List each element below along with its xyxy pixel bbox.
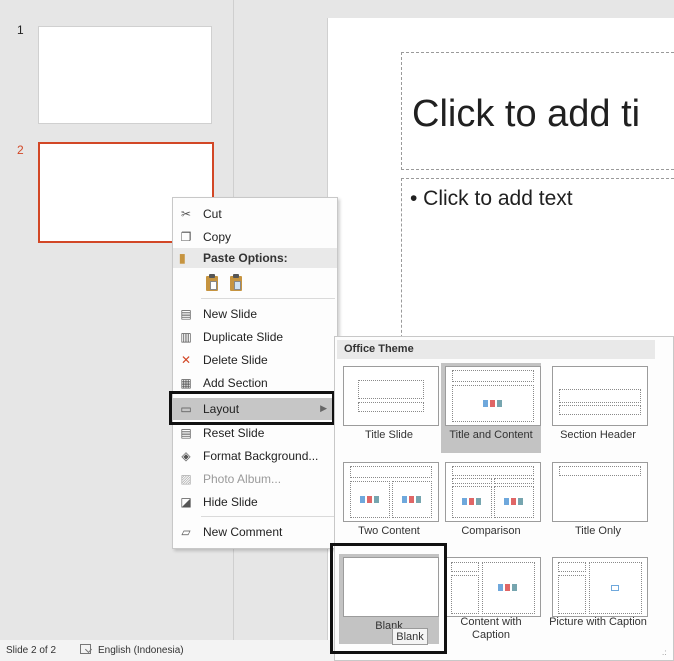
layout-content-with-caption-label: Content with Caption xyxy=(460,616,522,641)
copy-icon: ❐ xyxy=(180,230,192,244)
menu-item-delete-slide[interactable]: ✕ Delete Slide xyxy=(173,349,337,371)
spell-check-icon[interactable] xyxy=(80,644,91,654)
layout-title-slide-label: Title Slide xyxy=(365,429,413,441)
menu-item-new-comment-label: New Comment xyxy=(203,525,283,539)
layout-title-and-content[interactable]: Title and Content xyxy=(441,363,541,453)
layout-picture-with-caption-label: Picture with Caption xyxy=(549,616,647,628)
menu-item-new-comment[interactable]: ▱ New Comment xyxy=(173,521,337,543)
menu-item-cut[interactable]: ✂ Cut xyxy=(173,203,337,225)
content-placeholder[interactable]: • Click to add text xyxy=(401,178,674,348)
layout-picture-with-caption[interactable]: Picture with Caption xyxy=(548,554,648,644)
comment-icon: ▱ xyxy=(181,525,191,539)
menu-item-format-background-label: Format Background... xyxy=(203,449,319,463)
reset-slide-icon: ▤ xyxy=(180,426,192,440)
office-theme-header: Office Theme xyxy=(337,340,655,359)
menu-separator xyxy=(201,516,335,517)
layout-comparison-label: Comparison xyxy=(461,525,521,537)
menu-item-new-slide[interactable]: ▤ New Slide xyxy=(173,303,337,325)
menu-item-cut-label: Cut xyxy=(203,207,222,221)
paste-options-header: ▮ Paste Options: xyxy=(173,248,337,268)
menu-item-duplicate-slide[interactable]: ▥ Duplicate Slide xyxy=(173,326,337,348)
menu-item-add-section-label: Add Section xyxy=(203,376,268,390)
menu-item-format-background[interactable]: ◈ Format Background... xyxy=(173,445,337,467)
menu-item-reset-slide-label: Reset Slide xyxy=(203,426,265,440)
hide-slide-icon: ◪ xyxy=(180,495,192,509)
slide-number-1: 1 xyxy=(17,23,24,37)
menu-item-copy[interactable]: ❐ Copy xyxy=(173,226,337,248)
content-placeholder-text: • Click to add text xyxy=(410,187,573,210)
menu-item-reset-slide[interactable]: ▤ Reset Slide xyxy=(173,422,337,444)
layout-title-only-label: Title Only xyxy=(574,525,622,537)
duplicate-slide-icon: ▥ xyxy=(180,330,192,344)
context-menu: ✂ Cut ❐ Copy ▮ Paste Options: ▤ New Slid… xyxy=(172,197,338,549)
layout-title-slide[interactable]: Title Slide xyxy=(339,363,439,453)
layout-title-and-content-label: Title and Content xyxy=(449,429,533,441)
menu-item-hide-slide[interactable]: ◪ Hide Slide xyxy=(173,491,337,513)
layout-title-only[interactable]: Title Only xyxy=(548,459,648,549)
layout-section-header[interactable]: Section Header xyxy=(548,363,648,453)
menu-item-photo-album-label: Photo Album... xyxy=(203,472,282,486)
format-background-icon: ◈ xyxy=(181,449,191,463)
menu-item-copy-label: Copy xyxy=(203,230,232,244)
menu-separator xyxy=(201,298,335,299)
add-section-icon: ▦ xyxy=(180,376,192,390)
office-theme-label: Office Theme xyxy=(344,343,414,355)
paste-icon: ▮ xyxy=(179,251,186,265)
layout-content-with-caption[interactable]: Content with Caption xyxy=(441,554,541,644)
menu-item-photo-album[interactable]: ▨ Photo Album... xyxy=(173,468,337,490)
language-indicator[interactable]: English (Indonesia) xyxy=(98,645,184,656)
tooltip: Blank xyxy=(392,628,428,645)
menu-item-duplicate-slide-label: Duplicate Slide xyxy=(203,330,284,344)
scissors-icon: ✂ xyxy=(180,207,192,221)
delete-slide-icon: ✕ xyxy=(180,353,192,367)
layout-comparison[interactable]: Comparison xyxy=(441,459,541,549)
new-slide-icon: ▤ xyxy=(180,307,192,321)
blank-highlight-box xyxy=(330,543,447,654)
slide-number-2: 2 xyxy=(17,143,24,157)
menu-item-hide-slide-label: Hide Slide xyxy=(203,495,258,509)
slide-thumbnail-1[interactable] xyxy=(38,26,212,124)
paste-options-label: Paste Options: xyxy=(203,251,288,265)
layout-two-content[interactable]: Two Content xyxy=(339,459,439,549)
paste-picture-icon[interactable] xyxy=(227,274,245,292)
paste-keep-formatting-icon[interactable] xyxy=(203,274,221,292)
layout-highlight-box xyxy=(169,391,335,425)
menu-item-delete-slide-label: Delete Slide xyxy=(203,353,268,367)
layout-section-header-label: Section Header xyxy=(560,429,636,441)
title-placeholder[interactable]: Click to add ti xyxy=(401,52,674,170)
layout-two-content-label: Two Content xyxy=(358,525,420,537)
slide-counter: Slide 2 of 2 xyxy=(6,645,57,656)
resize-grip-icon[interactable]: .: xyxy=(662,648,666,657)
photo-album-icon: ▨ xyxy=(180,472,192,486)
menu-item-new-slide-label: New Slide xyxy=(203,307,258,321)
title-placeholder-text: Click to add ti xyxy=(412,93,641,135)
